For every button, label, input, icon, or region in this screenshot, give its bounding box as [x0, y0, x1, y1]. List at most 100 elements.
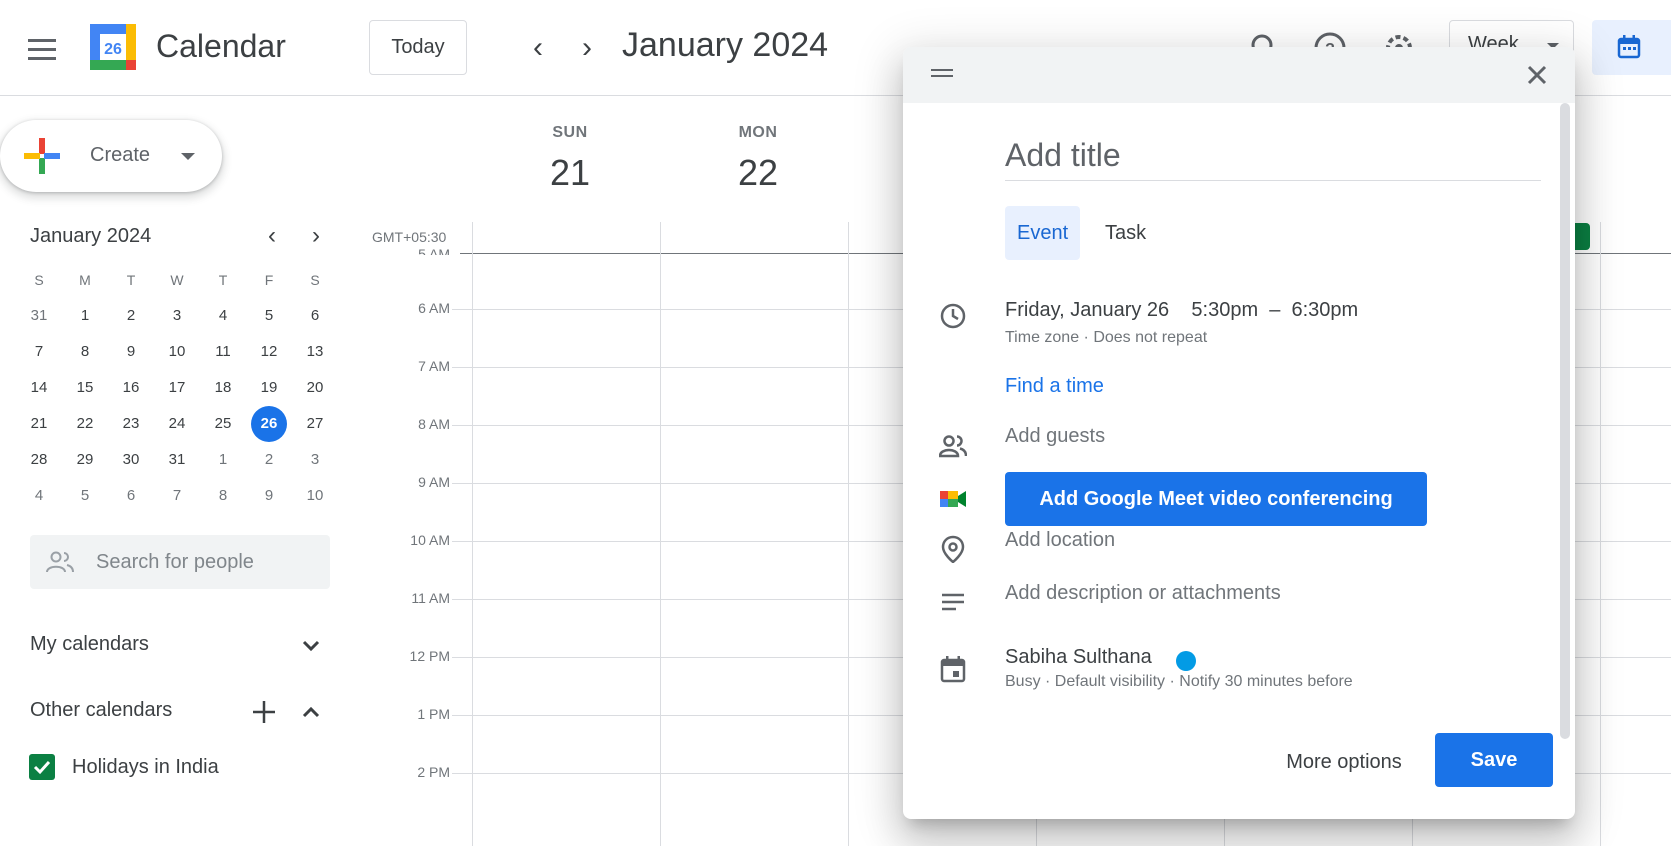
weekday-label: S: [34, 272, 44, 288]
mini-day-cell[interactable]: 5: [246, 298, 292, 334]
owner-details[interactable]: Busy · Default visibility · Notify 30 mi…: [1005, 673, 1353, 691]
save-button[interactable]: Save: [1435, 733, 1553, 787]
mini-day-cell[interactable]: 25: [200, 406, 246, 442]
mini-day-cell[interactable]: 10: [154, 334, 200, 370]
mini-day-cell[interactable]: 13: [292, 334, 338, 370]
calendar-event-icon: [940, 656, 966, 683]
mini-day-cell[interactable]: 18: [200, 370, 246, 406]
mini-prev-month-icon[interactable]: ‹: [258, 222, 286, 250]
holidays-checkbox[interactable]: [29, 754, 55, 780]
add-description-field[interactable]: Add description or attachments: [1005, 582, 1281, 605]
mini-day-cell[interactable]: 19: [246, 370, 292, 406]
tab-task[interactable]: Task: [1093, 206, 1158, 260]
mini-day-cell[interactable]: 10: [292, 478, 338, 514]
event-start-time[interactable]: 5:30pm: [1191, 299, 1258, 321]
create-dropdown-icon[interactable]: [181, 153, 195, 160]
dialog-scrollbar[interactable]: [1560, 103, 1570, 739]
calendar-color-dot[interactable]: [1176, 651, 1196, 671]
tab-event[interactable]: Event: [1005, 206, 1081, 260]
mini-day-cell[interactable]: 11: [200, 334, 246, 370]
weekday-label: F: [264, 272, 274, 288]
checkmark-icon: [33, 760, 51, 775]
mini-day-cell[interactable]: 1: [62, 298, 108, 334]
mini-day-cell[interactable]: 7: [16, 334, 62, 370]
mini-day-cell[interactable]: 9: [246, 478, 292, 514]
day-name: SUN: [552, 124, 588, 141]
search-people-input[interactable]: Search for people: [30, 535, 330, 589]
today-button[interactable]: Today: [369, 20, 467, 75]
mini-day-cell[interactable]: 22: [62, 406, 108, 442]
mini-day-cell[interactable]: 4: [16, 478, 62, 514]
mini-day-cell[interactable]: 31: [154, 442, 200, 478]
calendar-icon: [1617, 35, 1641, 59]
mini-week-row: 28 29 30 31 1 2 3: [16, 442, 338, 478]
google-meet-icon: [940, 491, 966, 507]
add-meet-button[interactable]: Add Google Meet video conferencing: [1005, 472, 1427, 526]
close-icon[interactable]: [1521, 59, 1553, 91]
add-calendar-plus-icon[interactable]: [250, 698, 278, 726]
mini-day-cell[interactable]: 14: [16, 370, 62, 406]
mini-weekday-row: SMTWTFS: [16, 262, 338, 298]
mini-day-cell[interactable]: 1: [200, 442, 246, 478]
mini-day-cell[interactable]: 24: [154, 406, 200, 442]
add-location-field[interactable]: Add location: [1005, 529, 1115, 552]
timezone-repeat-text[interactable]: Time zone · Does not repeat: [1005, 329, 1207, 347]
dialog-title-bar[interactable]: [903, 47, 1575, 103]
calendar-view-button[interactable]: [1592, 20, 1671, 75]
mini-day-cell[interactable]: 12: [246, 334, 292, 370]
event-date[interactable]: Friday, January 26: [1005, 299, 1169, 321]
day-header-sun[interactable]: SUN 21: [500, 124, 640, 194]
find-a-time-link[interactable]: Find a time: [1005, 375, 1104, 398]
mini-day-cell[interactable]: 2: [246, 442, 292, 478]
create-button[interactable]: Create: [0, 120, 222, 192]
mini-day-cell[interactable]: 23: [108, 406, 154, 442]
drag-handle-icon[interactable]: [931, 69, 953, 79]
mini-day-cell[interactable]: 8: [62, 334, 108, 370]
day-number: 22: [737, 152, 779, 193]
mini-day-cell[interactable]: 16: [108, 370, 154, 406]
mini-day-cell[interactable]: 17: [154, 370, 200, 406]
chevron-down-icon[interactable]: [297, 632, 325, 660]
mini-day-cell[interactable]: 2: [108, 298, 154, 334]
app-title: Calendar: [156, 28, 286, 64]
time-label: 12 PM: [409, 648, 450, 664]
day-header-mon[interactable]: MON 22: [688, 124, 828, 194]
chevron-up-icon[interactable]: [297, 698, 325, 726]
other-calendars-label[interactable]: Other calendars: [30, 699, 172, 722]
more-options-button[interactable]: More options: [1270, 735, 1418, 789]
mini-day-cell[interactable]: 6: [292, 298, 338, 334]
prev-week-icon[interactable]: ‹: [520, 30, 556, 66]
mini-day-cell[interactable]: 3: [154, 298, 200, 334]
mini-day-cell[interactable]: 30: [108, 442, 154, 478]
mini-day-cell[interactable]: 9: [108, 334, 154, 370]
calendar-owner[interactable]: Sabiha Sulthana: [1005, 646, 1152, 669]
mini-day-cell[interactable]: 15: [62, 370, 108, 406]
time-label: 6 AM: [418, 300, 450, 316]
weekday-label: M: [79, 272, 91, 288]
mini-week-row: 4 5 6 7 8 9 10: [16, 478, 338, 514]
add-guests-field[interactable]: Add guests: [1005, 425, 1105, 448]
mini-day-cell[interactable]: 8: [200, 478, 246, 514]
event-end-time[interactable]: 6:30pm: [1291, 299, 1358, 321]
mini-day-cell[interactable]: 4: [200, 298, 246, 334]
event-datetime[interactable]: Friday, January 26 5:30pm – 6:30pm: [1005, 299, 1358, 322]
logo-number: 26: [104, 41, 122, 58]
mini-day-cell[interactable]: 5: [62, 478, 108, 514]
mini-day-cell[interactable]: 3: [292, 442, 338, 478]
mini-day-cell[interactable]: 6: [108, 478, 154, 514]
my-calendars-label[interactable]: My calendars: [30, 633, 149, 656]
mini-day-cell[interactable]: 29: [62, 442, 108, 478]
mini-day-cell[interactable]: 26: [246, 406, 292, 442]
mini-day-cell[interactable]: 21: [16, 406, 62, 442]
mini-next-month-icon[interactable]: ›: [302, 222, 330, 250]
event-title-input[interactable]: [1005, 131, 1541, 181]
main-menu-icon[interactable]: [22, 30, 62, 70]
next-week-icon[interactable]: ›: [569, 30, 605, 66]
time-label: 2 PM: [417, 764, 450, 780]
time-dash: –: [1269, 299, 1281, 321]
mini-day-cell[interactable]: 31: [16, 298, 62, 334]
mini-day-cell[interactable]: 20: [292, 370, 338, 406]
mini-day-cell[interactable]: 27: [292, 406, 338, 442]
mini-day-cell[interactable]: 28: [16, 442, 62, 478]
mini-day-cell[interactable]: 7: [154, 478, 200, 514]
